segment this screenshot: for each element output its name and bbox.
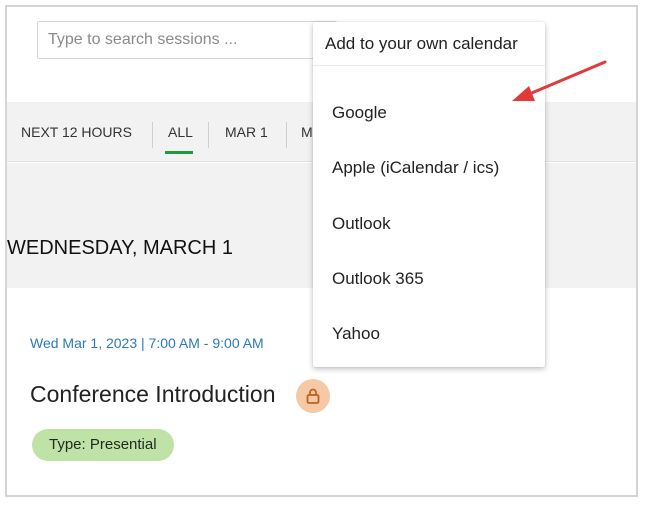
page-frame: NEXT 12 HOURS ALL MAR 1 M WEDNESDAY, MAR…	[5, 5, 638, 497]
tab-divider	[286, 122, 287, 148]
tab-mar-1[interactable]: MAR 1	[225, 102, 268, 162]
session-type-badge: Type: Presential	[32, 429, 174, 461]
tab-m-partial[interactable]: M	[301, 102, 313, 162]
dropdown-header: Add to your own calendar	[313, 22, 545, 66]
calendar-option-apple[interactable]: Apple (iCalendar / ics)	[313, 148, 545, 188]
calendar-option-outlook-365[interactable]: Outlook 365	[313, 259, 545, 299]
tab-divider	[152, 122, 153, 148]
add-to-calendar-dropdown: Add to your own calendar Google Apple (i…	[313, 22, 545, 367]
tab-divider	[208, 122, 209, 148]
lock-icon	[296, 379, 330, 413]
calendar-option-outlook[interactable]: Outlook	[313, 204, 545, 244]
active-tab-indicator	[165, 151, 193, 154]
search-sessions-input[interactable]	[37, 21, 337, 59]
session-title[interactable]: Conference Introduction	[30, 381, 276, 408]
tab-next-12-hours[interactable]: NEXT 12 HOURS	[21, 102, 132, 162]
lock-icon	[306, 388, 320, 404]
calendar-option-yahoo[interactable]: Yahoo	[313, 314, 545, 354]
calendar-option-google[interactable]: Google	[313, 93, 545, 133]
session-time: Wed Mar 1, 2023 | 7:00 AM - 9:00 AM	[30, 335, 264, 351]
day-heading: WEDNESDAY, MARCH 1	[7, 237, 233, 259]
